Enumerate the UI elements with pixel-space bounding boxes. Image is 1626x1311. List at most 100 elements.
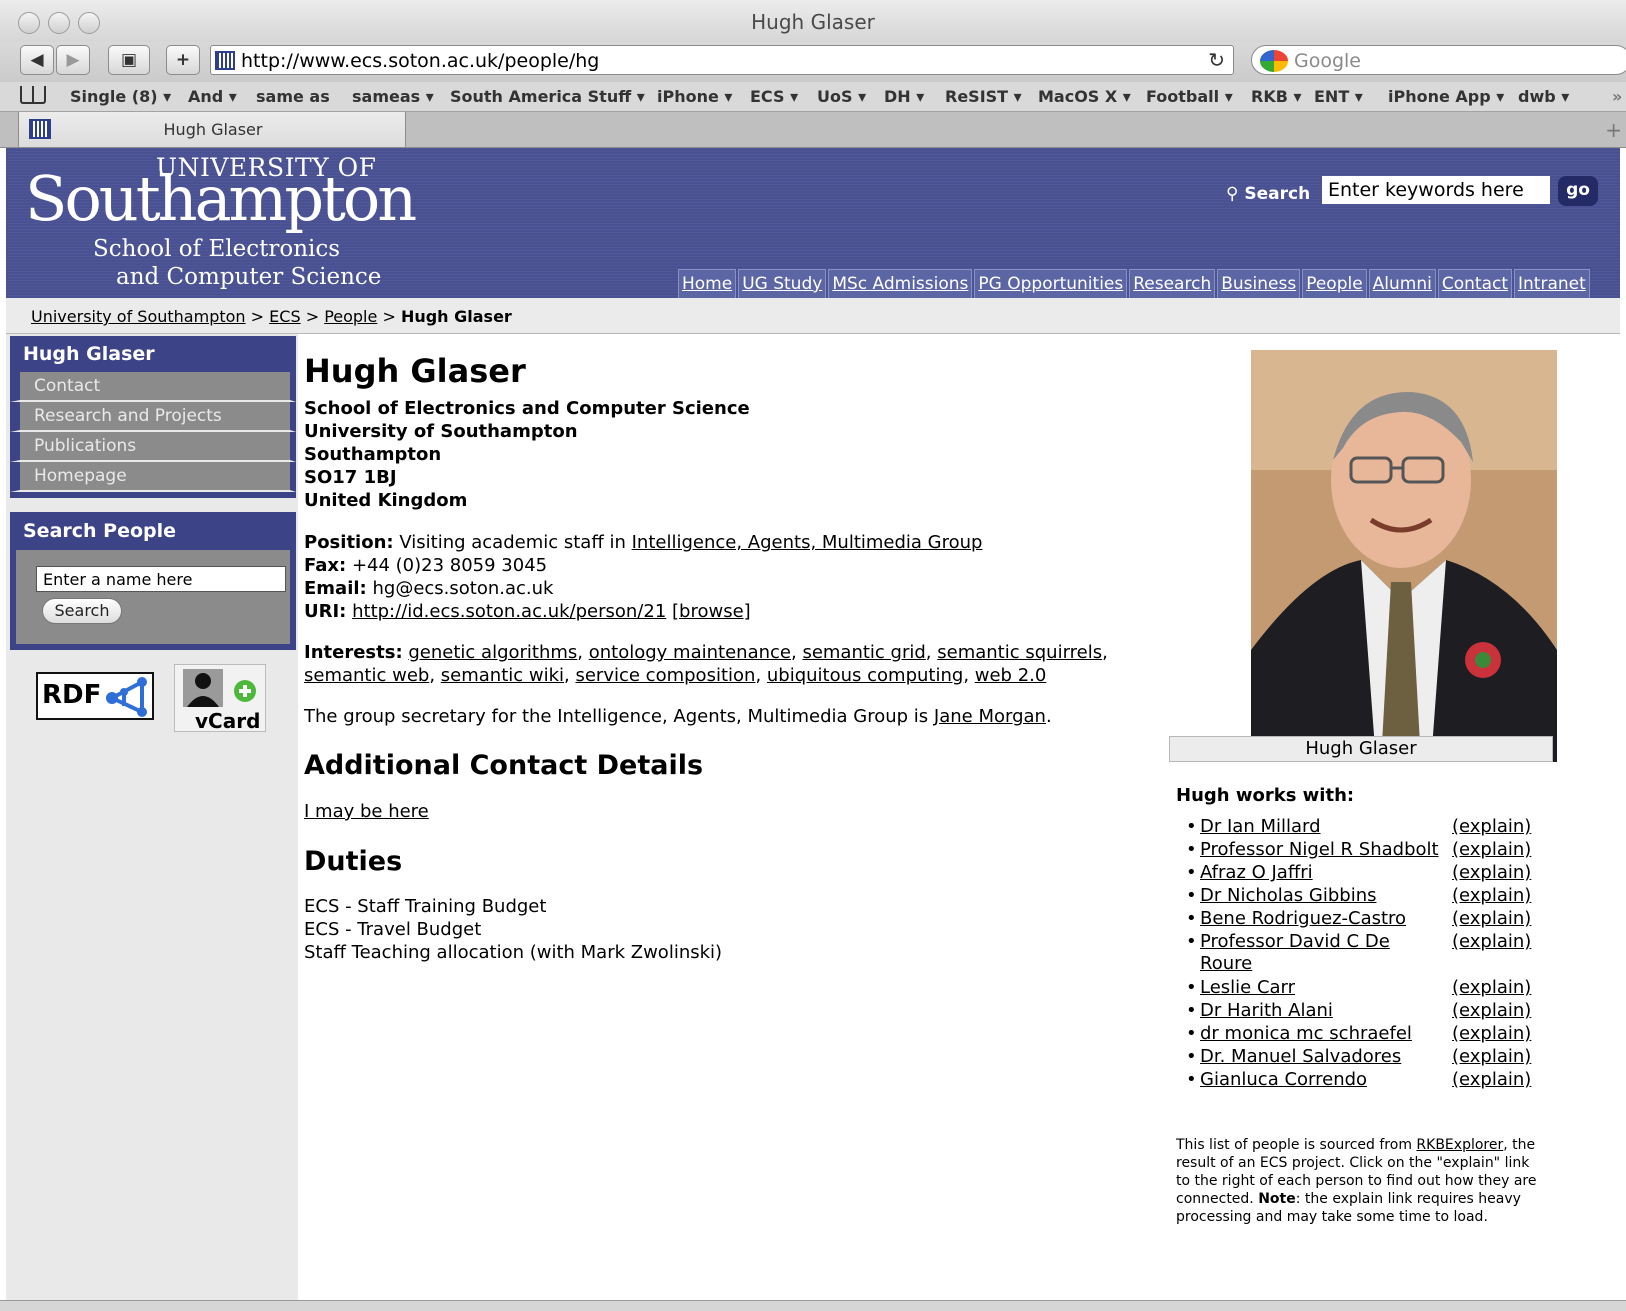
vcard-badge[interactable]: vCard	[174, 664, 266, 733]
bookmark-item[interactable]: ENT ▾	[1314, 87, 1363, 106]
nav-msc-admissions[interactable]: MSc Admissions	[828, 269, 973, 298]
bookmark-item[interactable]: RKB ▾	[1251, 87, 1302, 106]
bookmarks-overflow-chevron[interactable]: »	[1612, 87, 1622, 106]
sidebar-item-homepage[interactable]: Homepage	[10, 462, 296, 492]
bookmark-item[interactable]: iPhone App ▾	[1388, 87, 1504, 106]
browser-search-field[interactable]: Google	[1251, 45, 1626, 75]
nav-research[interactable]: Research	[1129, 269, 1216, 298]
tab-hugh-glaser[interactable]: Hugh Glaser	[18, 112, 406, 148]
coworker-link[interactable]: Bene Rodriguez-Castro	[1200, 908, 1450, 930]
breadcrumb-university[interactable]: University of Southampton	[31, 307, 246, 326]
uri-link[interactable]: http://id.ecs.soton.ac.uk/person/21	[352, 601, 666, 622]
nav-alumni[interactable]: Alumni	[1368, 269, 1436, 298]
explain-link[interactable]: (explain)	[1452, 931, 1531, 952]
logo-southampton[interactable]: Southampton	[25, 162, 417, 235]
explain-link[interactable]: (explain)	[1452, 862, 1531, 883]
secretary-link[interactable]: Jane Morgan	[934, 706, 1046, 727]
breadcrumb-ecs[interactable]: ECS	[269, 307, 300, 326]
rkbexplorer-link[interactable]: RKBExplorer	[1416, 1137, 1503, 1153]
explain-link[interactable]: (explain)	[1452, 839, 1531, 860]
interest-link[interactable]: semantic grid	[802, 642, 925, 663]
explain-link[interactable]: (explain)	[1452, 885, 1531, 906]
explain-link[interactable]: (explain)	[1452, 1069, 1531, 1090]
group-link[interactable]: Intelligence, Agents, Multimedia Group	[632, 532, 983, 553]
bookmark-item[interactable]: And ▾	[188, 87, 237, 106]
note-bold-label: Note	[1258, 1191, 1296, 1207]
uri-label: URI:	[304, 601, 347, 622]
interest-link[interactable]: semantic web	[304, 665, 429, 686]
explain-link[interactable]: (explain)	[1452, 908, 1531, 929]
interest-link[interactable]: ubiquitous computing	[767, 665, 963, 686]
explain-link[interactable]: (explain)	[1452, 1000, 1531, 1021]
nav-home[interactable]: Home	[678, 269, 737, 298]
bookmarks-bar-toggle-button[interactable]: ▣	[108, 45, 150, 75]
coworker-link[interactable]: Gianluca Correndo	[1200, 1069, 1450, 1091]
forward-button[interactable]: ▶	[56, 45, 90, 75]
nav-intranet[interactable]: Intranet	[1514, 269, 1590, 298]
coworker-link[interactable]: Leslie Carr	[1200, 977, 1450, 999]
explain-link[interactable]: (explain)	[1452, 816, 1531, 837]
nav-pg-opportunities[interactable]: PG Opportunities	[974, 269, 1128, 298]
interest-link[interactable]: service composition	[575, 665, 755, 686]
bookmark-item[interactable]: Single (8) ▾	[70, 87, 171, 106]
interest-link[interactable]: semantic wiki	[441, 665, 564, 686]
sidebar-item-research[interactable]: Research and Projects	[10, 402, 296, 432]
nav-people[interactable]: People	[1302, 269, 1367, 298]
bookmark-item[interactable]: sameas ▾	[352, 87, 434, 106]
interest-link[interactable]: web 2.0	[975, 665, 1047, 686]
bookmark-item[interactable]: ReSIST ▾	[945, 87, 1022, 106]
sidebar-item-publications[interactable]: Publications	[10, 432, 296, 462]
web-page: UNIVERSITY OF Southampton School of Elec…	[6, 148, 1620, 1300]
may-be-here-link[interactable]: I may be here	[304, 801, 429, 822]
bookmark-item[interactable]: South America Stuff ▾	[450, 87, 645, 106]
bookmark-item[interactable]: MacOS X ▾	[1038, 87, 1131, 106]
explain-link[interactable]: (explain)	[1452, 1023, 1531, 1044]
interest-link[interactable]: ontology maintenance	[589, 642, 791, 663]
interest-link[interactable]: genetic algorithms	[408, 642, 577, 663]
explain-link[interactable]: (explain)	[1452, 977, 1531, 998]
reload-icon[interactable]: ↻	[1208, 48, 1225, 72]
address-bar[interactable]: http://www.ecs.soton.ac.uk/people/hg ↻	[210, 45, 1234, 75]
bookmark-item[interactable]: UoS ▾	[817, 87, 866, 106]
site-search-input[interactable]	[1322, 176, 1550, 204]
position-line: Position: Visiting academic staff in Int…	[304, 532, 982, 553]
bookmark-item[interactable]: ECS ▾	[750, 87, 798, 106]
fax-line: Fax: +44 (0)23 8059 3045	[304, 555, 547, 576]
sidebar-item-contact[interactable]: Contact	[10, 372, 296, 402]
people-search-button[interactable]: Search	[42, 598, 122, 624]
breadcrumb-people[interactable]: People	[324, 307, 377, 326]
interest-link[interactable]: semantic squirrels	[937, 642, 1102, 663]
nav-ug-study[interactable]: UG Study	[738, 269, 827, 298]
bookmark-item[interactable]: dwb ▾	[1518, 87, 1569, 106]
coworker-link[interactable]: Dr. Manuel Salvadores	[1200, 1046, 1450, 1068]
coworker-link[interactable]: Afraz O Jaffri	[1200, 862, 1450, 884]
nav-business[interactable]: Business	[1217, 269, 1301, 298]
bookmark-item[interactable]: DH ▾	[884, 87, 924, 106]
bookmark-item[interactable]: iPhone ▾	[657, 87, 732, 106]
bookmark-item[interactable]: same as	[256, 87, 330, 106]
nav-contact[interactable]: Contact	[1437, 269, 1512, 298]
coworker-link[interactable]: Dr Nicholas Gibbins	[1200, 885, 1450, 907]
coworker-link[interactable]: Professor David C De Roure	[1200, 931, 1390, 975]
rdf-badge[interactable]: RDF	[36, 672, 154, 720]
bookmark-item[interactable]: Football ▾	[1146, 87, 1233, 106]
coworker-link[interactable]: Dr Harith Alani	[1200, 1000, 1450, 1022]
open-book-icon[interactable]	[20, 86, 46, 104]
coworker-link[interactable]: Professor Nigel R Shadbolt	[1200, 839, 1450, 861]
works-with-heading: Hugh works with:	[1176, 785, 1355, 806]
profile-photo	[1251, 350, 1557, 762]
back-button[interactable]: ◀	[20, 45, 54, 75]
explain-link[interactable]: (explain)	[1452, 1046, 1531, 1067]
portrait-image	[1251, 350, 1557, 762]
school-name-line1: School of Electronics	[93, 236, 341, 262]
address-url: http://www.ecs.soton.ac.uk/people/hg	[241, 50, 600, 72]
new-tab-plus-icon[interactable]: +	[1605, 118, 1622, 142]
breadcrumb-bar: University of Southampton > ECS > People…	[6, 298, 1620, 334]
uri-line: URI: http://id.ecs.soton.ac.uk/person/21…	[304, 601, 751, 622]
coworker-link[interactable]: Dr Ian Millard	[1200, 816, 1450, 838]
people-search-input[interactable]	[36, 566, 286, 592]
site-search-go-button[interactable]: go	[1558, 176, 1598, 206]
browse-link[interactable]: [browse]	[672, 601, 751, 622]
add-bookmark-button[interactable]: +	[166, 45, 200, 75]
coworker-link[interactable]: dr monica mc schraefel	[1200, 1023, 1450, 1045]
